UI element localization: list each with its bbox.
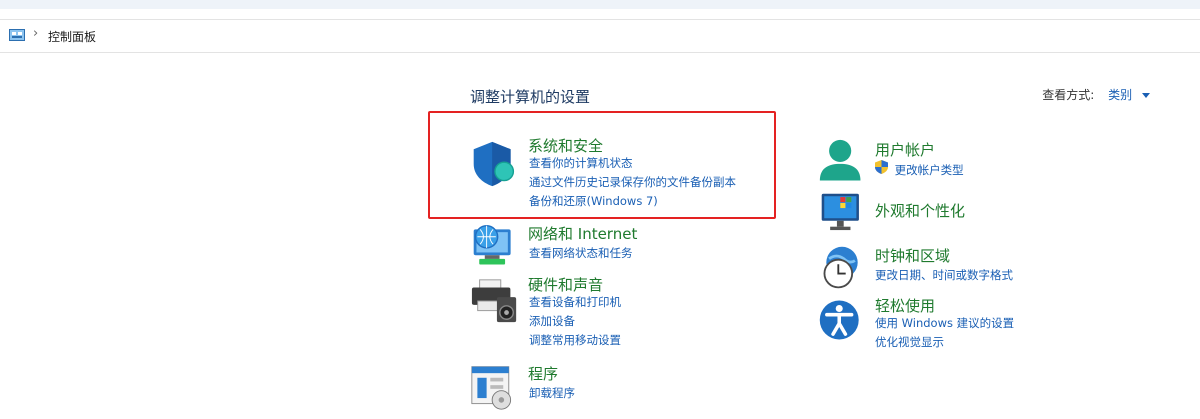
link-file-history[interactable]: 通过文件历史记录保存你的文件备份副本 [529,173,736,192]
clock-globe-icon[interactable] [818,243,866,293]
accessibility-icon[interactable] [818,295,864,345]
category-title[interactable]: 网络和 Internet [528,223,637,244]
link-mobility-settings[interactable]: 调整常用移动设置 [529,331,621,350]
view-by-dropdown[interactable]: 类别 [1108,88,1132,102]
breadcrumb-separator-icon: › [33,26,39,41]
link-backup-restore[interactable]: 备份和还原(Windows 7) [529,192,736,211]
uac-shield-icon [875,160,888,174]
category-title[interactable]: 用户帐户 [875,139,935,160]
page-title: 调整计算机的设置 [470,88,591,106]
category-title[interactable]: 硬件和声音 [528,274,603,295]
chevron-down-icon[interactable] [1142,93,1150,98]
monitor-icon[interactable] [818,192,866,236]
link-network-status[interactable]: 查看网络状态和任务 [529,244,633,263]
link-optimize-visual-display[interactable]: 优化视觉显示 [875,333,1014,352]
user-icon[interactable] [818,137,866,187]
network-globe-icon[interactable] [470,222,518,270]
link-add-device[interactable]: 添加设备 [529,312,621,331]
address-bar[interactable]: › 控制面板 [0,19,1200,53]
link-recommended-settings[interactable]: 使用 Windows 建议的设置 [875,314,1014,333]
control-panel-icon [9,29,25,41]
view-by-label: 查看方式: [1042,88,1095,102]
view-by: 查看方式: 类别 [1042,86,1150,103]
window-top-strip [0,0,1200,9]
printer-speaker-icon[interactable] [470,276,520,326]
link-view-computer-status[interactable]: 查看你的计算机状态 [529,154,736,173]
link-uninstall-program[interactable]: 卸载程序 [529,384,575,403]
link-change-account-type[interactable]: 更改帐户类型 [875,160,964,180]
category-title[interactable]: 程序 [528,363,558,384]
breadcrumb-control-panel[interactable]: 控制面板 [48,28,96,45]
shield-icon[interactable] [470,138,518,190]
link-change-date-time-format[interactable]: 更改日期、时间或数字格式 [875,266,1013,285]
category-title[interactable]: 时钟和区域 [875,245,950,266]
programs-icon[interactable] [470,362,518,412]
category-title[interactable]: 外观和个性化 [875,200,965,221]
link-label[interactable]: 更改帐户类型 [895,163,964,177]
link-devices-printers[interactable]: 查看设备和打印机 [529,293,621,312]
category-title[interactable]: 系统和安全 [528,135,603,156]
category-title[interactable]: 轻松使用 [875,295,935,316]
